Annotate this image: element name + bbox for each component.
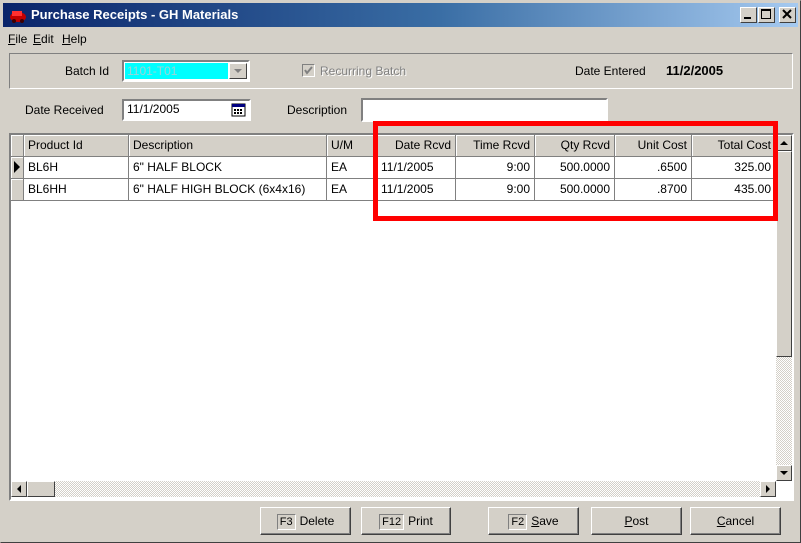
delete-hotkey: F3 [276, 514, 296, 530]
horizontal-scroll-thumb[interactable] [27, 481, 55, 497]
close-button[interactable] [779, 7, 796, 23]
scroll-right-button[interactable] [760, 481, 776, 497]
row-selector[interactable] [11, 179, 24, 201]
vertical-scrollbar[interactable] [776, 135, 792, 481]
print-button[interactable]: F12 Print [361, 507, 451, 535]
column-header-qty-rcvd[interactable]: Qty Rcvd [535, 135, 615, 157]
arrow-up-icon [780, 141, 788, 145]
delete-label: Delete [299, 514, 335, 528]
batch-id-value: 1101-T01 [125, 63, 228, 79]
column-header-time-rcvd[interactable]: Time Rcvd [456, 135, 535, 157]
purchase-receipts-window: Purchase Receipts - GH Materials File Ed… [0, 0, 801, 543]
app-icon [10, 11, 26, 23]
recurring-batch-checkbox[interactable] [302, 64, 315, 77]
save-button[interactable]: F2 Save [488, 507, 579, 535]
title-bar[interactable]: Purchase Receipts - GH Materials [3, 3, 798, 27]
arrow-down-icon [780, 471, 788, 475]
table-cell[interactable]: 325.00 [692, 157, 776, 179]
table-cell[interactable]: 9:00 [456, 179, 535, 201]
column-header-description[interactable]: Description [129, 135, 327, 157]
row-selector[interactable] [11, 157, 24, 179]
chevron-down-icon [234, 69, 242, 73]
table-cell[interactable]: 500.0000 [535, 179, 615, 201]
batch-id-dropdown-button[interactable] [229, 63, 247, 79]
close-icon [782, 9, 792, 19]
table-cell[interactable]: 6" HALF HIGH BLOCK (6x4x16) [129, 179, 327, 201]
vertical-scroll-thumb[interactable] [776, 151, 792, 357]
table-cell[interactable]: EA [327, 179, 377, 201]
print-hotkey: F12 [379, 514, 405, 530]
date-entered-label: Date Entered [575, 64, 646, 78]
arrow-left-icon [17, 485, 21, 493]
table-cell[interactable]: .6500 [615, 157, 692, 179]
column-header-product-id[interactable]: Product Id [24, 135, 129, 157]
current-row-arrow-icon [14, 161, 20, 173]
description-input[interactable] [361, 98, 608, 122]
calendar-icon[interactable] [231, 102, 247, 118]
post-button[interactable]: Post [591, 507, 682, 535]
maximize-button[interactable] [758, 7, 775, 23]
table-cell[interactable]: BL6H [24, 157, 129, 179]
cancel-button[interactable]: Cancel [690, 507, 781, 535]
batch-id-combo[interactable]: 1101-T01 [122, 60, 250, 82]
horizontal-scrollbar[interactable] [11, 481, 776, 497]
minimize-icon [744, 17, 751, 19]
table-cell[interactable]: BL6HH [24, 179, 129, 201]
date-received-value: 11/1/2005 [127, 102, 180, 116]
print-label: Print [408, 514, 433, 528]
checkmark-icon [304, 66, 313, 75]
table-cell[interactable]: 9:00 [456, 157, 535, 179]
menu-bar: File Edit Help [3, 29, 798, 49]
table-cell[interactable]: 11/1/2005 [377, 179, 456, 201]
table-cell[interactable]: 435.00 [692, 179, 776, 201]
menu-edit[interactable]: Edit [33, 32, 54, 46]
save-hotkey: F2 [508, 514, 528, 530]
table-cell[interactable]: EA [327, 157, 377, 179]
table-cell[interactable]: 500.0000 [535, 157, 615, 179]
scroll-left-button[interactable] [11, 481, 27, 497]
recurring-batch-label: Recurring Batch [320, 64, 407, 78]
grid-corner [11, 135, 24, 157]
date-entered-value: 11/2/2005 [666, 63, 724, 78]
minimize-button[interactable] [740, 7, 757, 23]
date-received-label: Date Received [25, 103, 104, 117]
menu-help[interactable]: Help [62, 32, 87, 46]
arrow-right-icon [766, 485, 770, 493]
scroll-down-button[interactable] [776, 465, 792, 481]
batch-id-label: Batch Id [65, 64, 110, 78]
column-header-unit-cost[interactable]: Unit Cost [615, 135, 692, 157]
table-cell[interactable]: 11/1/2005 [377, 157, 456, 179]
description-label: Description [287, 103, 348, 117]
menu-file[interactable]: File [8, 32, 27, 46]
table-cell[interactable]: .8700 [615, 179, 692, 201]
maximize-icon [761, 9, 771, 19]
column-header-total-cost[interactable]: Total Cost [692, 135, 776, 157]
delete-button[interactable]: F3 Delete [260, 507, 351, 535]
scroll-up-button[interactable] [776, 135, 792, 151]
receipts-grid[interactable]: Product Id Description U/M Date Rcvd Tim… [9, 133, 794, 501]
column-header-um[interactable]: U/M [327, 135, 377, 157]
window-title: Purchase Receipts - GH Materials [31, 7, 239, 22]
column-header-date-rcvd[interactable]: Date Rcvd [377, 135, 456, 157]
table-cell[interactable]: 6" HALF BLOCK [129, 157, 327, 179]
